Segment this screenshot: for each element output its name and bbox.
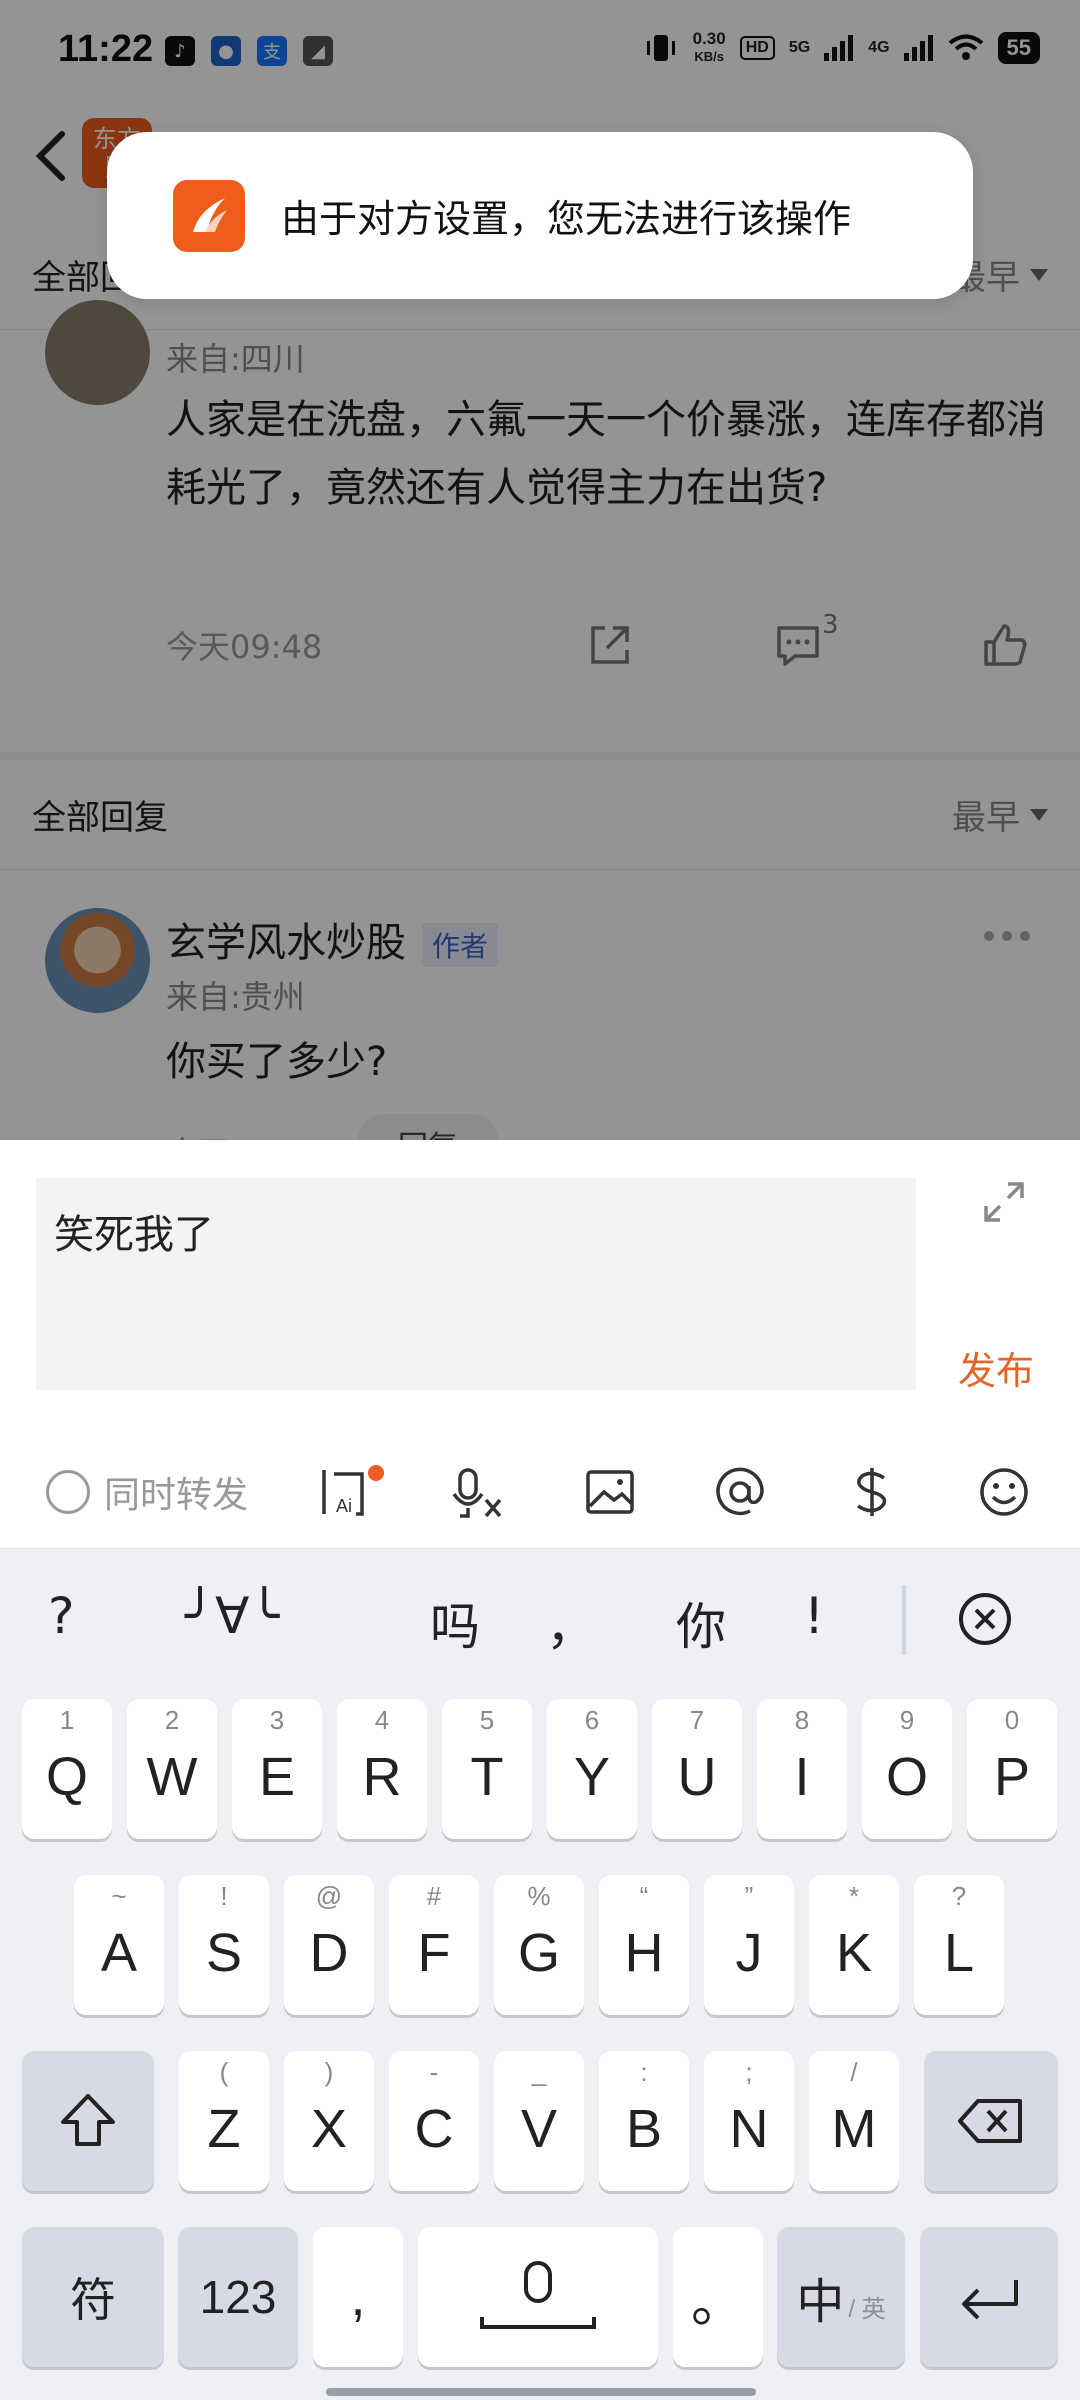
key-c[interactable]: -C [389, 2051, 479, 2191]
ask-ai-icon[interactable]: Ai [318, 1464, 374, 1520]
notification-dot [368, 1465, 384, 1481]
emoji-icon[interactable] [976, 1464, 1032, 1520]
key-o[interactable]: 9O [862, 1699, 952, 1839]
period-key[interactable]: 。 [673, 2227, 763, 2367]
repost-checkbox[interactable]: 同时转发 [46, 1466, 248, 1518]
publish-button[interactable]: 发布 [958, 1340, 1034, 1395]
backspace-icon [958, 2099, 1022, 2143]
composer-toolbar: 同时转发 Ai [0, 1440, 1080, 1540]
comment-input[interactable]: 笑死我了 [36, 1178, 916, 1390]
svg-text:Ai: Ai [336, 1496, 352, 1516]
candidate-item[interactable]: 你 [676, 1587, 726, 1659]
candidate-divider [902, 1585, 906, 1655]
enter-key[interactable] [920, 2227, 1058, 2367]
key-y[interactable]: 6Y [547, 1699, 637, 1839]
radio-unchecked-icon [46, 1470, 90, 1514]
enter-icon [962, 2280, 1018, 2320]
space-key[interactable] [418, 2227, 658, 2367]
shift-arrow-icon [61, 2094, 115, 2146]
image-icon[interactable] [582, 1464, 638, 1520]
comma-key[interactable]: , [313, 2227, 403, 2367]
toast-notification: 由于对方设置，您无法进行该操作 [107, 132, 973, 299]
key-u[interactable]: 7U [652, 1699, 742, 1839]
symbols-key[interactable]: 符 [22, 2227, 164, 2367]
voice-to-text-icon[interactable] [450, 1464, 506, 1520]
key-x[interactable]: ) X [284, 2051, 374, 2191]
at-icon[interactable] [712, 1464, 768, 1520]
key-q[interactable]: 1Q [22, 1699, 112, 1839]
language-switch-key[interactable]: 中 / 英 [777, 2227, 905, 2367]
key-h[interactable]: “H [599, 1875, 689, 2015]
candidate-item[interactable]: 吗 [430, 1587, 480, 1659]
candidate-item[interactable]: ! [804, 1587, 824, 1645]
key-j[interactable]: ” J [704, 1875, 794, 2015]
key-f[interactable]: # F [389, 1875, 479, 2015]
key-v[interactable]: _ V [494, 2051, 584, 2191]
key-g[interactable]: % G [494, 1875, 584, 2015]
candidate-item[interactable]: ， [546, 1587, 596, 1659]
key-d[interactable]: @ D [284, 1875, 374, 2015]
key-t[interactable]: 5T [442, 1699, 532, 1839]
key-l[interactable]: ? L [914, 1875, 1004, 2015]
shift-key[interactable] [22, 2051, 154, 2191]
candidate-item[interactable]: ╯∀╰ [185, 1587, 279, 1645]
backspace-key[interactable] [924, 2051, 1058, 2191]
home-indicator[interactable] [326, 2388, 756, 2396]
soft-keyboard: ? ╯∀╰ 吗 ， 你 ! 1Q 2W 3E 4R 5T 6Y 7U 8I 9O… [0, 1548, 1080, 2400]
key-b[interactable]: :B [599, 2051, 689, 2191]
key-p[interactable]: 0P [967, 1699, 1057, 1839]
dollar-icon[interactable] [844, 1464, 900, 1520]
numbers-key[interactable]: 123 [178, 2227, 298, 2367]
key-m[interactable]: / M [809, 2051, 899, 2191]
candidate-item[interactable]: ? [48, 1587, 75, 1645]
close-candidates-icon[interactable] [955, 1589, 1015, 1649]
key-n[interactable]: ; N [704, 2051, 794, 2191]
key-i[interactable]: 8I [757, 1699, 847, 1839]
key-e[interactable]: 3E [232, 1699, 322, 1839]
eastmoney-logo-icon [173, 179, 245, 252]
microphone-icon [480, 2261, 596, 2329]
key-w[interactable]: 2W [127, 1699, 217, 1839]
expand-icon[interactable] [978, 1176, 1030, 1228]
key-z[interactable]: (Z [179, 2051, 269, 2191]
key-r[interactable]: 4R [337, 1699, 427, 1839]
toast-message: 由于对方设置，您无法进行该操作 [281, 197, 852, 241]
key-k[interactable]: * K [809, 1875, 899, 2015]
repost-label: 同时转发 [104, 1475, 249, 1516]
key-s[interactable]: ! S [179, 1875, 269, 2015]
key-a[interactable]: ~ A [74, 1875, 164, 2015]
candidate-bar: ? ╯∀╰ 吗 ， 你 ! [0, 1549, 1080, 1685]
comment-composer: 笑死我了 发布 同时转发 Ai [0, 1140, 1080, 1548]
